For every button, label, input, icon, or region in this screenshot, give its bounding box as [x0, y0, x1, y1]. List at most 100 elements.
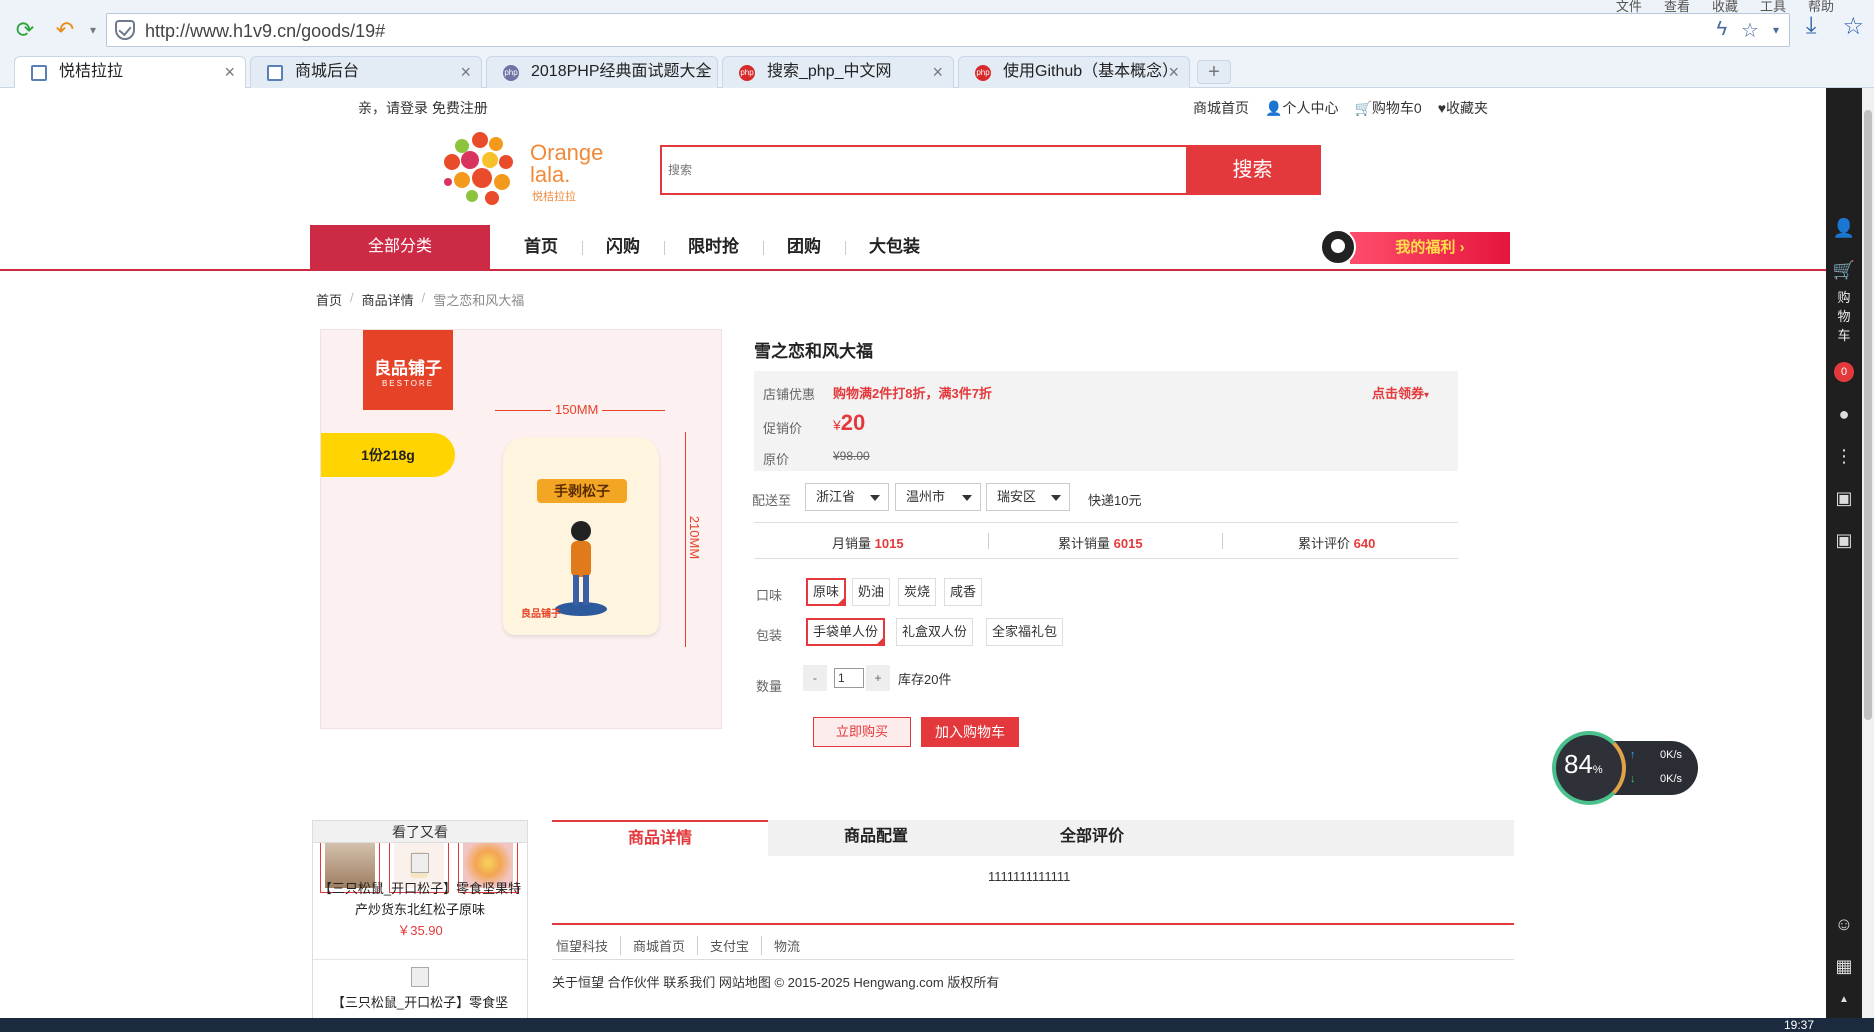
- logo-subtext: 悦桔拉拉: [532, 191, 576, 203]
- search-button[interactable]: 搜索: [1186, 145, 1319, 195]
- link-favorites[interactable]: ♥收藏夹: [1438, 98, 1488, 118]
- lightning-icon[interactable]: ϟ: [1716, 18, 1727, 43]
- qty-minus-button[interactable]: -: [803, 665, 827, 691]
- image-icon[interactable]: ▣: [1832, 488, 1856, 512]
- search-input[interactable]: [662, 147, 1187, 193]
- refresh-icon[interactable]: ⟳: [10, 16, 40, 44]
- logo-dots-icon: [444, 132, 513, 205]
- see-also-item[interactable]: 【三只松鼠_开口松子】零食坚: [313, 967, 527, 1013]
- flavor-option-cream[interactable]: 奶油: [852, 578, 891, 606]
- detail-content: 1111111111111: [988, 869, 1071, 884]
- url-text[interactable]: http://www.h1v9.cn/goods/19#: [145, 21, 385, 42]
- page-icon: [31, 65, 47, 81]
- nav-limited-time[interactable]: 限时抢: [664, 225, 763, 269]
- district-select[interactable]: 瑞安区: [986, 483, 1070, 511]
- package-option-single[interactable]: 手袋单人份: [806, 618, 886, 646]
- province-select[interactable]: 浙江省: [805, 483, 889, 511]
- nav-bulk-pack[interactable]: 大包装: [845, 225, 944, 269]
- tab-admin[interactable]: 商城后台 ×: [250, 56, 482, 88]
- money-bag-icon[interactable]: ●: [1832, 404, 1856, 428]
- tab-product-config[interactable]: 商品配置: [768, 820, 984, 856]
- cart-count-badge: 0: [1834, 362, 1854, 382]
- user-center-label: 个人中心: [1282, 100, 1339, 116]
- currency-symbol: ¥: [833, 417, 841, 433]
- download-icon[interactable]: ⤓: [1806, 12, 1817, 41]
- breadcrumb-home[interactable]: 首页: [316, 290, 342, 309]
- buy-now-button[interactable]: 立即购买: [813, 717, 911, 747]
- monthly-sales-label: 月销量: [832, 536, 872, 551]
- add-to-cart-button[interactable]: 加入购物车: [921, 717, 1019, 747]
- product-main-image[interactable]: 良品铺子 BESTORE 1份218g 150MM 210MM 手剥松子 良品铺…: [320, 329, 722, 729]
- login-prompt[interactable]: 亲，请登录 免费注册: [358, 98, 488, 118]
- scrollbar-thumb[interactable]: [1864, 110, 1872, 720]
- tab-product-detail[interactable]: 商品详情: [552, 820, 768, 856]
- height-dimension-line: [685, 432, 686, 647]
- flavor-option-charcoal[interactable]: 炭烧: [898, 578, 937, 606]
- flavor-option-original[interactable]: 原味: [806, 578, 847, 606]
- see-also-item[interactable]: 【三只松鼠_开口松子】零食坚果特产炒货东北红松子原味 ￥35.90: [313, 853, 527, 941]
- get-coupon-link[interactable]: 点击领券▾: [1372, 383, 1429, 402]
- star-icon[interactable]: ☆: [1741, 18, 1759, 43]
- breadcrumb-detail[interactable]: 商品详情: [362, 290, 414, 309]
- flavor-option-salty[interactable]: 咸香: [944, 578, 983, 606]
- brand-name: 良品铺子: [374, 359, 442, 378]
- user-icon[interactable]: 👤: [1832, 218, 1856, 242]
- cart-icon[interactable]: 🛒: [1832, 260, 1856, 284]
- close-icon[interactable]: ×: [696, 57, 707, 87]
- link-user-center[interactable]: 👤个人中心: [1265, 98, 1338, 118]
- link-cart[interactable]: 🛒购物车0: [1354, 98, 1421, 118]
- link-mall-home[interactable]: 商城首页: [1193, 98, 1249, 118]
- height-dimension-label: 210MM: [687, 515, 703, 560]
- price-value: 20: [840, 410, 866, 435]
- favorites-star-icon[interactable]: ☆: [1842, 12, 1864, 41]
- qty-plus-button[interactable]: +: [866, 665, 890, 691]
- qty-input[interactable]: 1: [834, 668, 864, 688]
- close-icon[interactable]: ×: [460, 57, 471, 87]
- close-icon[interactable]: ×: [224, 57, 235, 87]
- tab-title: 搜索_php_中文网: [767, 63, 892, 80]
- new-tab-button[interactable]: +: [1197, 60, 1231, 84]
- back-to-top-icon[interactable]: ▲: [1832, 994, 1856, 1018]
- qty-label: 数量: [756, 679, 783, 694]
- site-logo[interactable]: Orange lala. 悦桔拉拉: [440, 130, 620, 206]
- monthly-sales: 月销量 1015: [832, 533, 904, 552]
- footprint-icon[interactable]: ⋮: [1832, 446, 1856, 470]
- tab-php-interview[interactable]: php 2018PHP经典面试题大全 ×: [486, 56, 718, 88]
- nav-flash-sale[interactable]: 闪购: [582, 225, 664, 269]
- city-select[interactable]: 温州市: [895, 483, 981, 511]
- tab-github[interactable]: php 使用Github（基本概念） ×: [958, 56, 1190, 88]
- close-icon[interactable]: ×: [932, 57, 943, 87]
- footer-link-alipay[interactable]: 支付宝: [698, 936, 763, 955]
- percent-value: 84: [1564, 749, 1593, 779]
- stat-divider: [1222, 533, 1223, 549]
- tab-all-reviews[interactable]: 全部评价: [984, 820, 1200, 856]
- package-option-family[interactable]: 全家福礼包: [986, 618, 1064, 646]
- nav-home[interactable]: 首页: [500, 225, 582, 269]
- support-icon[interactable]: ☺: [1832, 914, 1856, 938]
- back-icon[interactable]: ↶: [50, 16, 80, 44]
- item-name: 【三只松鼠_开口松子】零食坚: [331, 995, 509, 1010]
- tab-yuejulala[interactable]: 悦桔拉拉 ×: [14, 56, 246, 88]
- footer-link-home[interactable]: 商城首页: [621, 936, 699, 955]
- sidebar-cart-label[interactable]: 购物车: [1836, 288, 1852, 345]
- breadcrumb-separator: /: [350, 290, 354, 305]
- chevron-down-icon[interactable]: ▾: [1773, 18, 1779, 43]
- heart-icon: ♥: [1437, 100, 1446, 116]
- image-icon[interactable]: ▣: [1832, 530, 1856, 554]
- my-welfare-button[interactable]: 我的福利 ›: [1320, 229, 1510, 265]
- footer-link-hengwang[interactable]: 恒望科技: [552, 936, 622, 955]
- nav-group-buy[interactable]: 团购: [763, 225, 845, 269]
- all-categories-button[interactable]: 全部分类: [310, 225, 490, 269]
- footer-link-logistics[interactable]: 物流: [762, 936, 812, 955]
- tab-php-search[interactable]: php 搜索_php_中文网 ×: [722, 56, 954, 88]
- avatar: [1320, 229, 1356, 265]
- browser-chrome: 文件 查看 收藏 工具 帮助 ⟳ ↶ ▾ http://www.h1v9.cn/…: [0, 0, 1874, 88]
- orig-price-label: 原价: [763, 452, 790, 467]
- tab-strip: 悦桔拉拉 × 商城后台 × php 2018PHP经典面试题大全 × php 搜…: [0, 56, 1874, 88]
- address-bar[interactable]: http://www.h1v9.cn/goods/19# ϟ ☆ ▾: [106, 13, 1790, 47]
- network-speed-widget[interactable]: ↑ 0K/s ↓ 0K/s 84%: [1552, 731, 1700, 805]
- qr-code-icon[interactable]: ▦: [1832, 956, 1856, 980]
- back-dropdown-icon[interactable]: ▾: [78, 16, 108, 44]
- close-icon[interactable]: ×: [1168, 57, 1179, 87]
- package-option-double[interactable]: 礼盒双人份: [896, 618, 974, 646]
